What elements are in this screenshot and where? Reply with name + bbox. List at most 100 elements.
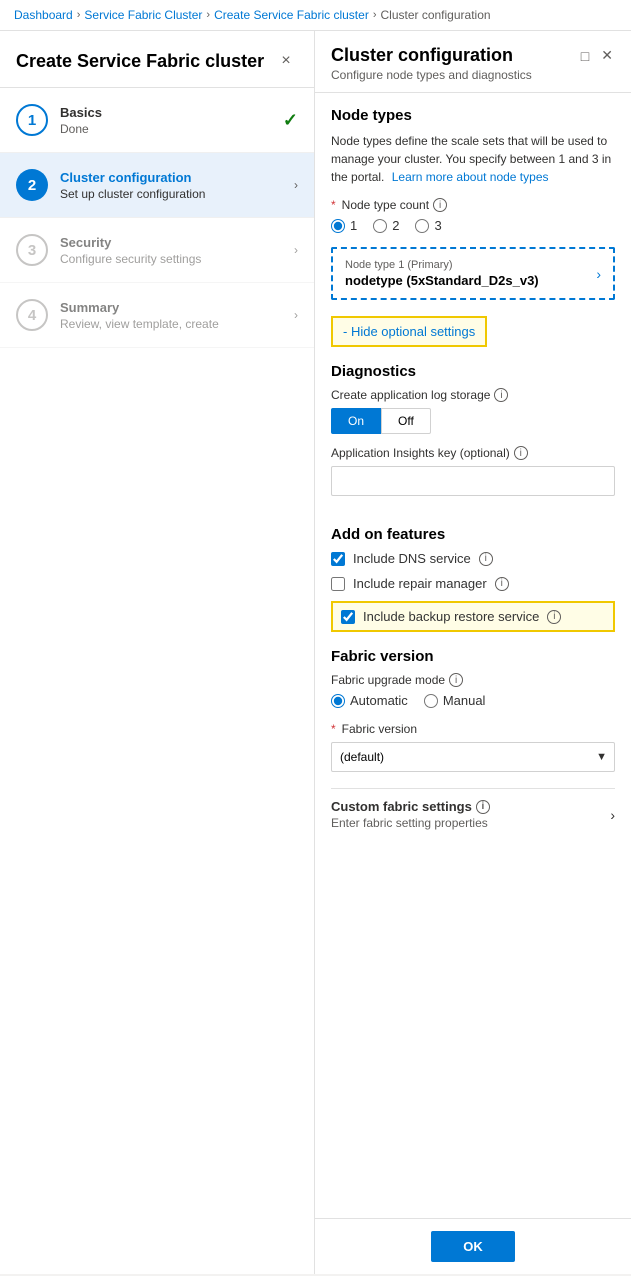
step-4-subtitle: Review, view template, create — [60, 317, 294, 331]
step-2-subtitle: Set up cluster configuration — [60, 187, 294, 201]
step-3[interactable]: 3 Security Configure security settings › — [0, 218, 314, 283]
node-type-1-label: Node type 1 (Primary) — [345, 259, 539, 271]
node-count-option-1[interactable]: 1 — [331, 218, 357, 233]
dns-service-checkbox[interactable] — [331, 552, 345, 566]
bottom-bar: OK — [315, 1218, 631, 1274]
upgrade-mode-label: Fabric upgrade mode i — [331, 673, 615, 687]
step-2[interactable]: 2 Cluster configuration Set up cluster c… — [0, 153, 314, 218]
custom-fabric-settings-row[interactable]: Custom fabric settings i Enter fabric se… — [331, 788, 615, 840]
step-1-subtitle: Done — [60, 122, 283, 136]
repair-manager-label[interactable]: Include repair manager — [353, 576, 487, 591]
right-panel-subtitle: Configure node types and diagnostics — [331, 68, 532, 82]
right-panel: Cluster configuration Configure node typ… — [315, 31, 631, 1274]
addon-section-title: Add on features — [331, 526, 615, 543]
step-3-subtitle: Configure security settings — [60, 252, 294, 266]
node-types-description: Node types define the scale sets that wi… — [331, 132, 615, 186]
step-2-circle: 2 — [16, 169, 48, 201]
left-header: Create Service Fabric cluster × — [0, 31, 314, 88]
step-1[interactable]: 1 Basics Done ✓ — [0, 88, 314, 153]
learn-more-link[interactable]: Learn more about node types — [392, 170, 549, 184]
custom-fabric-subtitle: Enter fabric setting properties — [331, 816, 490, 830]
step-2-title: Cluster configuration — [60, 170, 294, 185]
app-insights-info-icon: i — [514, 446, 528, 460]
log-storage-on-button[interactable]: On — [331, 408, 381, 434]
node-type-1-value: nodetype (5xStandard_D2s_v3) — [345, 273, 539, 288]
step-4[interactable]: 4 Summary Review, view template, create … — [0, 283, 314, 348]
step-2-text: Cluster configuration Set up cluster con… — [60, 170, 294, 201]
backup-restore-row: Include backup restore service i — [331, 601, 615, 632]
hide-optional-settings-btn[interactable]: - Hide optional settings — [331, 316, 487, 347]
step-4-title: Summary — [60, 300, 294, 315]
node-type-chevron-icon: › — [596, 266, 601, 282]
breadcrumb: Dashboard › Service Fabric Cluster › Cre… — [0, 0, 631, 31]
node-count-info-icon: i — [433, 198, 447, 212]
breadcrumb-create-cluster[interactable]: Create Service Fabric cluster — [214, 8, 369, 22]
required-star-node-count: * — [331, 198, 336, 212]
right-header: Cluster configuration Configure node typ… — [315, 31, 631, 93]
upgrade-mode-automatic[interactable]: Automatic — [331, 693, 408, 708]
step-4-chevron-icon: › — [294, 308, 298, 322]
fabric-version-title: Fabric version — [331, 648, 615, 665]
node-type-1-box[interactable]: Node type 1 (Primary) nodetype (5xStanda… — [331, 247, 615, 300]
step-1-check-icon: ✓ — [283, 110, 298, 131]
diagnostics-title: Diagnostics — [331, 363, 615, 380]
app-insights-input[interactable] — [331, 466, 615, 496]
breadcrumb-fabric-cluster[interactable]: Service Fabric Cluster — [84, 8, 202, 22]
backup-restore-info-icon: i — [547, 610, 561, 624]
required-star-fabric-version: * — [331, 722, 336, 736]
breadcrumb-sep-2: › — [206, 9, 210, 21]
custom-fabric-chevron-icon: › — [610, 807, 615, 823]
diagnostics-section: Diagnostics Create application log stora… — [331, 363, 615, 510]
steps-list: 1 Basics Done ✓ 2 Cluster configuration … — [0, 88, 314, 1274]
breadcrumb-sep-3: › — [373, 9, 377, 21]
node-types-section-title: Node types — [331, 107, 615, 124]
log-storage-toggle: On Off — [331, 408, 615, 434]
step-3-text: Security Configure security settings — [60, 235, 294, 266]
right-header-icons: □ ✕ — [579, 45, 615, 66]
custom-fabric-left: Custom fabric settings i Enter fabric se… — [331, 799, 490, 830]
custom-fabric-info-icon: i — [476, 800, 490, 814]
step-1-title: Basics — [60, 105, 283, 120]
log-storage-off-button[interactable]: Off — [381, 408, 431, 434]
wizard-title: Create Service Fabric cluster — [16, 51, 264, 72]
repair-manager-info-icon: i — [495, 577, 509, 591]
custom-fabric-title: Custom fabric settings i — [331, 799, 490, 814]
ok-button[interactable]: OK — [431, 1231, 515, 1262]
close-panel-button[interactable]: ✕ — [599, 45, 615, 66]
left-panel: Create Service Fabric cluster × 1 Basics… — [0, 31, 315, 1274]
right-header-left: Cluster configuration Configure node typ… — [331, 45, 532, 82]
step-1-circle: 1 — [16, 104, 48, 136]
breadcrumb-sep-1: › — [77, 9, 81, 21]
step-4-text: Summary Review, view template, create — [60, 300, 294, 331]
main-container: Create Service Fabric cluster × 1 Basics… — [0, 31, 631, 1274]
step-3-circle: 3 — [16, 234, 48, 266]
node-type-count-radio-group: 1 2 3 — [331, 218, 615, 233]
repair-manager-row: Include repair manager i — [331, 576, 615, 591]
dns-service-info-icon: i — [479, 552, 493, 566]
app-insights-label: Application Insights key (optional) i — [331, 446, 615, 460]
maximize-button[interactable]: □ — [579, 46, 591, 66]
step-2-chevron-icon: › — [294, 178, 298, 192]
fabric-version-select[interactable]: (default) — [331, 742, 615, 772]
log-storage-label: Create application log storage i — [331, 388, 615, 402]
repair-manager-checkbox[interactable] — [331, 577, 345, 591]
addon-section: Add on features Include DNS service i In… — [331, 526, 615, 632]
close-button[interactable]: × — [274, 49, 298, 73]
node-type-box-text: Node type 1 (Primary) nodetype (5xStanda… — [345, 259, 539, 288]
step-4-circle: 4 — [16, 299, 48, 331]
upgrade-mode-manual[interactable]: Manual — [424, 693, 486, 708]
breadcrumb-dashboard[interactable]: Dashboard — [14, 8, 73, 22]
dns-service-row: Include DNS service i — [331, 551, 615, 566]
backup-restore-label[interactable]: Include backup restore service — [363, 609, 539, 624]
fabric-version-field-label: * Fabric version — [331, 722, 615, 736]
node-count-option-3[interactable]: 3 — [415, 218, 441, 233]
right-content: Node types Node types define the scale s… — [315, 93, 631, 1218]
log-storage-info-icon: i — [494, 388, 508, 402]
breadcrumb-current: Cluster configuration — [380, 8, 490, 22]
upgrade-mode-info-icon: i — [449, 673, 463, 687]
backup-restore-checkbox[interactable] — [341, 610, 355, 624]
right-panel-title: Cluster configuration — [331, 45, 532, 66]
node-count-option-2[interactable]: 2 — [373, 218, 399, 233]
step-1-text: Basics Done — [60, 105, 283, 136]
dns-service-label[interactable]: Include DNS service — [353, 551, 471, 566]
